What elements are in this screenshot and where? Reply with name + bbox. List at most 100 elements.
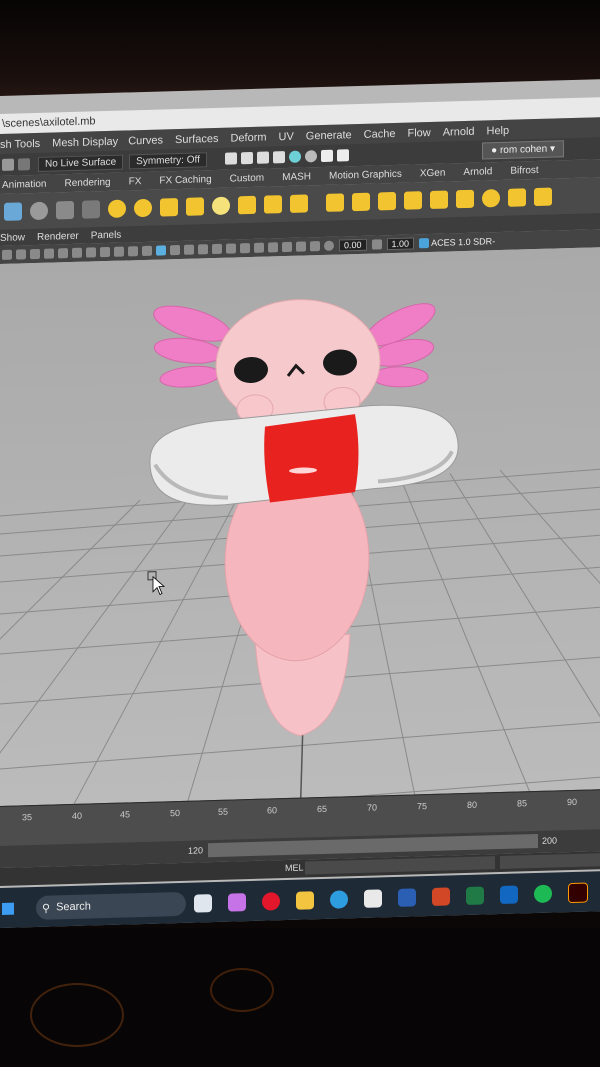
- start-icon[interactable]: [2, 902, 14, 915]
- excel-icon[interactable]: [466, 886, 484, 905]
- ambient-occlusion-icon[interactable]: [226, 243, 236, 254]
- menu-show[interactable]: Show: [0, 232, 31, 244]
- cube-icon[interactable]: [160, 198, 178, 217]
- powerpoint-icon[interactable]: [432, 887, 450, 906]
- mash-cube-icon[interactable]: [326, 193, 344, 212]
- store-icon[interactable]: [364, 889, 382, 908]
- mash-array-icon[interactable]: [352, 192, 370, 212]
- opera-icon[interactable]: [262, 892, 280, 911]
- gamma-field[interactable]: 1.00: [386, 237, 415, 251]
- live-surface-dropdown[interactable]: No Live Surface: [38, 154, 124, 172]
- tab-fx-caching[interactable]: FX Caching: [150, 173, 220, 186]
- grid-toggle-icon[interactable]: [58, 248, 68, 259]
- tab-motion-graphics[interactable]: Motion Graphics: [320, 168, 411, 182]
- menu-deform[interactable]: Deform: [230, 132, 266, 145]
- menu-generate[interactable]: Generate: [306, 129, 352, 142]
- magnet-icon[interactable]: [18, 158, 30, 171]
- mash-voxel-icon[interactable]: [456, 189, 474, 209]
- motion-blur-icon[interactable]: [240, 243, 250, 254]
- circle-tool-icon[interactable]: [108, 199, 126, 218]
- menu-flow[interactable]: Flow: [407, 127, 430, 140]
- edge-icon[interactable]: [330, 890, 348, 909]
- range-current-field[interactable]: 120: [188, 845, 203, 855]
- render-view-icon[interactable]: [304, 150, 317, 163]
- delete-history-icon[interactable]: [56, 200, 74, 220]
- menu-curves[interactable]: Curves: [128, 134, 163, 147]
- taskbar-search[interactable]: ⚲ Search: [36, 891, 186, 920]
- tab-mash[interactable]: MASH: [273, 171, 320, 183]
- viewport-3d[interactable]: persp: [0, 247, 600, 832]
- gate-mask-icon[interactable]: [100, 246, 110, 258]
- pause-icon[interactable]: [336, 149, 349, 162]
- menu-uv[interactable]: UV: [279, 131, 294, 143]
- color-space-dropdown[interactable]: ACES 1.0 SDR-: [431, 236, 495, 248]
- wireframe-on-shaded-icon[interactable]: [170, 244, 180, 256]
- tab-fx[interactable]: FX: [120, 175, 151, 187]
- mash-flip-icon[interactable]: [534, 187, 552, 207]
- xray-icon[interactable]: [282, 241, 292, 253]
- bend-icon[interactable]: [238, 195, 256, 215]
- bookmark-icon[interactable]: [30, 248, 40, 260]
- mash-grid-icon[interactable]: [404, 191, 422, 210]
- menu-renderer[interactable]: Renderer: [31, 230, 85, 243]
- task-view-icon[interactable]: [194, 894, 212, 913]
- menu-cache[interactable]: Cache: [364, 128, 396, 141]
- menu-panels[interactable]: Panels: [85, 229, 128, 241]
- exposure-field[interactable]: 0.00: [339, 238, 367, 252]
- gamma-icon[interactable]: [371, 239, 382, 250]
- illustrator-icon[interactable]: [568, 882, 588, 904]
- mash-distribute-icon[interactable]: [378, 191, 396, 211]
- image-plane-icon[interactable]: [44, 248, 54, 259]
- mash-box-icon[interactable]: [430, 190, 448, 209]
- ipr-render-icon[interactable]: [256, 151, 269, 164]
- camera-lock-icon[interactable]: [16, 249, 26, 260]
- xray-joints-icon[interactable]: [296, 241, 306, 252]
- menu-surfaces[interactable]: Surfaces: [175, 133, 218, 146]
- isolate-select-icon[interactable]: [268, 242, 278, 253]
- anti-aliasing-icon[interactable]: [254, 242, 264, 253]
- tab-rendering[interactable]: Rendering: [55, 176, 119, 189]
- file-explorer-icon[interactable]: [296, 891, 314, 910]
- film-gate-icon[interactable]: [72, 247, 82, 258]
- mel-input[interactable]: [305, 856, 495, 875]
- mash-color-icon[interactable]: [508, 188, 526, 207]
- shadows-icon[interactable]: [212, 243, 222, 255]
- render-settings-icon[interactable]: [272, 151, 285, 164]
- textured-icon[interactable]: [184, 244, 194, 255]
- light-icon[interactable]: [212, 196, 230, 216]
- render-frame-icon[interactable]: [224, 152, 237, 165]
- color-management-icon[interactable]: [419, 238, 430, 249]
- move-tool-icon[interactable]: [2, 158, 14, 171]
- field-chart-icon[interactable]: [114, 246, 124, 257]
- uv-grid-icon[interactable]: [4, 202, 22, 221]
- tab-bifrost[interactable]: Bifrost: [501, 164, 547, 176]
- axolotl-model[interactable]: [149, 291, 459, 740]
- tab-custom[interactable]: Custom: [221, 172, 273, 184]
- range-end-field[interactable]: 200: [542, 835, 557, 845]
- tab-animation[interactable]: Animation: [0, 178, 55, 191]
- backface-icon[interactable]: [310, 241, 320, 252]
- spotify-icon[interactable]: [534, 884, 552, 904]
- outlook-icon[interactable]: [500, 885, 518, 905]
- lighting-icon[interactable]: [198, 244, 208, 255]
- play-icon[interactable]: [320, 149, 333, 163]
- menu-help[interactable]: Help: [487, 125, 510, 138]
- grid-cubes-icon[interactable]: [264, 195, 282, 214]
- menu-arnold[interactable]: Arnold: [443, 126, 475, 139]
- exposure-icon[interactable]: [324, 240, 334, 251]
- freeze-transform-icon[interactable]: [82, 200, 100, 219]
- mash-wheel-icon[interactable]: [482, 189, 500, 208]
- tab-xgen[interactable]: XGen: [411, 167, 455, 179]
- wireframe-icon[interactable]: [142, 245, 152, 257]
- tab-arnold[interactable]: Arnold: [454, 165, 501, 178]
- hypershade-icon[interactable]: [288, 150, 301, 163]
- word-icon[interactable]: [398, 888, 416, 907]
- resolution-gate-icon[interactable]: [86, 247, 96, 258]
- cycle-tool-icon[interactable]: [134, 198, 152, 218]
- select-camera-icon[interactable]: [2, 249, 12, 260]
- pivot-icon[interactable]: [30, 201, 48, 221]
- smooth-shade-icon[interactable]: [156, 245, 166, 256]
- safe-action-icon[interactable]: [128, 246, 138, 257]
- stack-icon[interactable]: [290, 194, 308, 213]
- cubes-icon[interactable]: [186, 197, 204, 216]
